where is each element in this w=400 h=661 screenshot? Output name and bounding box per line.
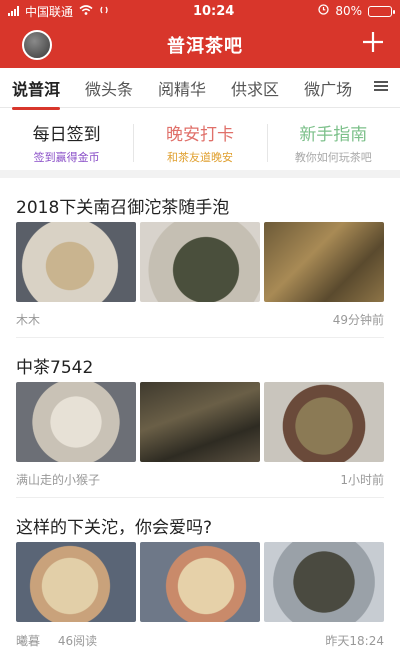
post-image[interactable]: [140, 382, 260, 462]
post-image[interactable]: [140, 222, 260, 302]
status-bar: 中国联通 10:24 80%: [0, 0, 400, 22]
post-title[interactable]: 2018下关南召御沱茶随手泡: [16, 178, 384, 222]
signal-icon: [8, 6, 19, 16]
checkin-subtitle: 签到赢得金币: [33, 150, 100, 164]
tab-wei-toutiao[interactable]: 微头条: [85, 76, 133, 100]
post-image[interactable]: [16, 542, 136, 622]
goodnight-subtitle: 和茶友道晚安: [166, 150, 233, 164]
post-time: 昨天18:24: [325, 633, 384, 648]
post-meta: 满山走的小猴子 1小时前: [16, 462, 384, 498]
post-time: 49分钟前: [332, 313, 384, 327]
post-images: [16, 222, 384, 302]
app-topbar: 中国联通 10:24 80% 普洱茶吧: [0, 0, 400, 68]
app-header: 普洱茶吧: [0, 22, 400, 68]
goodnight-title: 晚安打卡: [165, 124, 234, 145]
wifi-icon: [79, 4, 93, 18]
post-author[interactable]: 满山走的小猴子: [16, 471, 100, 488]
post-image[interactable]: [264, 222, 384, 302]
newbie-guide-button[interactable]: 新手指南 教你如何玩茶吧: [266, 120, 400, 165]
post-reads: 46阅读: [57, 633, 98, 648]
checkin-title: 每日签到: [32, 124, 101, 145]
post-meta: 木木 49分钟前: [16, 302, 384, 338]
daily-checkin-button[interactable]: 每日签到 签到赢得金币: [0, 120, 133, 165]
post-time: 1小时前: [340, 473, 384, 487]
post-image[interactable]: [16, 222, 136, 302]
post-title[interactable]: 中茶7542: [16, 338, 384, 382]
post-card[interactable]: 中茶7542 满山走的小猴子 1小时前: [0, 338, 400, 498]
tab-bar: 说普洱 微头条 阅精华 供求区 微广场: [0, 68, 400, 110]
status-time: 10:24: [192, 3, 235, 19]
goodnight-checkin-button[interactable]: 晚安打卡 和茶友道晚安: [133, 120, 266, 165]
post-author[interactable]: 曦暮: [16, 634, 40, 648]
post-image[interactable]: [140, 542, 260, 622]
tab-yue-jinghua[interactable]: 阅精华: [158, 76, 206, 100]
tab-wei-guangchang[interactable]: 微广场: [304, 76, 352, 100]
post-image[interactable]: [264, 382, 384, 462]
post-card[interactable]: 2018下关南召御沱茶随手泡 木木 49分钟前: [0, 178, 400, 338]
quick-actions: 每日签到 签到赢得金币 晚安打卡 和茶友道晚安 新手指南 教你如何玩茶吧: [0, 108, 400, 178]
post-images: [16, 382, 384, 462]
tab-shuo-puer[interactable]: 说普洱: [12, 76, 61, 110]
post-image[interactable]: [264, 542, 384, 622]
avatar[interactable]: [22, 30, 52, 60]
post-title[interactable]: 这样的下关沱，你会爱吗?: [16, 498, 384, 542]
page-title: 普洱茶吧: [167, 36, 243, 57]
battery-percent: 80%: [335, 4, 362, 18]
guide-subtitle: 教你如何玩茶吧: [294, 150, 372, 164]
battery-icon: [367, 5, 395, 17]
tab-gongqiu[interactable]: 供求区: [231, 76, 279, 100]
plus-icon[interactable]: [358, 30, 388, 60]
post-image[interactable]: [16, 382, 136, 462]
menu-icon[interactable]: [374, 79, 388, 93]
alarm-icon: [318, 4, 329, 18]
post-meta: 曦暮 46阅读 昨天18:24: [16, 622, 384, 658]
link-icon: [99, 4, 109, 18]
post-card[interactable]: 这样的下关沱，你会爱吗? 曦暮 46阅读 昨天18:24: [0, 498, 400, 658]
guide-title: 新手指南: [299, 124, 368, 145]
carrier-label: 中国联通: [25, 4, 74, 19]
post-author[interactable]: 木木: [16, 311, 40, 328]
post-images: [16, 542, 384, 622]
